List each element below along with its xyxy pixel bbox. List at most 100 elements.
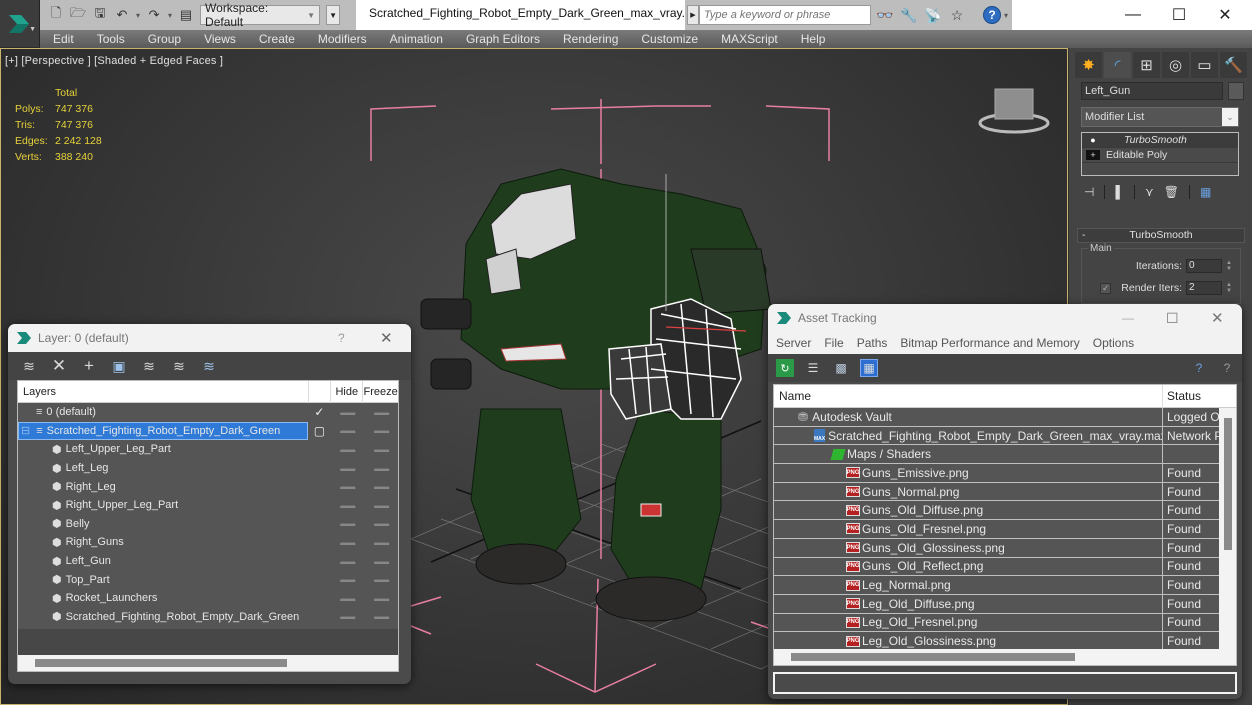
customize-toolbar-button[interactable]: ▼ (326, 5, 341, 25)
menu-edit[interactable]: Edit (53, 32, 74, 46)
render-iters-checkbox[interactable]: ✓ (1100, 282, 1112, 294)
search-expand-button[interactable]: ▶ (687, 5, 699, 25)
spinner-arrows-icon[interactable]: ▲ ▼ (1226, 282, 1234, 294)
layer-settings-icon[interactable]: ≋ (200, 358, 218, 375)
column-name[interactable]: Name (774, 384, 1163, 408)
workspace-dropdown[interactable]: Workspace: Default ▼ (200, 1, 321, 29)
freeze-toggle[interactable]: ▬▬ (364, 464, 398, 473)
hide-toggle[interactable]: ▬▬ (330, 445, 364, 454)
select-objects-icon[interactable]: ▣ (110, 358, 128, 375)
dialog-title-bar[interactable]: Asset Tracking — ☐ ✕ (768, 304, 1242, 332)
scrollbar-thumb[interactable] (1224, 418, 1232, 550)
asset-row[interactable]: PNG Guns_Old_Glossiness.png Found (774, 538, 1219, 558)
object-row[interactable]: ⬢ Left_Gun ▬▬ ▬▬ (18, 552, 398, 571)
thumbnail-view-icon[interactable]: ▩ (832, 359, 850, 377)
hide-toggle[interactable]: ▬▬ (330, 538, 364, 547)
rollout-header[interactable]: - TurboSmooth (1077, 228, 1245, 243)
make-unique-icon[interactable]: ⋎ (1145, 185, 1154, 199)
menu-options[interactable]: Options (1093, 336, 1134, 350)
menu-bitmap-performance[interactable]: Bitmap Performance and Memory (900, 336, 1079, 350)
menu-create[interactable]: Create (259, 32, 295, 46)
list-view-icon[interactable]: ☰ (804, 359, 822, 377)
help-disabled-icon[interactable]: ? (1218, 359, 1236, 377)
motion-tab-icon[interactable]: ◎ (1162, 52, 1189, 78)
horizontal-scrollbar[interactable] (774, 649, 1236, 665)
help-dropdown-icon[interactable]: ▾ (1004, 11, 1008, 20)
binoculars-icon[interactable]: 👓 (875, 5, 895, 25)
asset-row[interactable]: PNG Guns_Old_Fresnel.png Found (774, 520, 1219, 539)
asset-row[interactable]: PNG Guns_Emissive.png Found (774, 464, 1219, 483)
lightbulb-icon[interactable]: ● (1086, 135, 1100, 145)
menu-file[interactable]: File (824, 336, 843, 350)
modifier-list-dropdown[interactable]: Modifier List ⌄ (1081, 107, 1239, 127)
freeze-toggle[interactable]: ▬▬ (364, 482, 398, 491)
object-row[interactable]: ⬢ Rocket_Launchers ▬▬ ▬▬ (18, 589, 398, 608)
create-tab-icon[interactable]: ✸ (1075, 52, 1102, 78)
active-layer-check-icon[interactable]: ✓ (309, 405, 331, 419)
asset-row[interactable]: PNG Guns_Normal.png Found (774, 482, 1219, 502)
star-icon[interactable]: ☆ (947, 5, 967, 25)
freeze-toggle[interactable]: ▬▬ (364, 575, 398, 584)
horizontal-scrollbar[interactable] (18, 655, 398, 671)
redo-dropdown-icon[interactable]: ▾ (168, 11, 172, 20)
object-row[interactable]: ⬢ Right_Upper_Leg_Part ▬▬ ▬▬ (18, 496, 398, 515)
expand-icon[interactable]: + (1086, 150, 1100, 160)
menu-maxscript[interactable]: MAXScript (721, 32, 778, 46)
stack-item-turbosmooth[interactable]: ● TurboSmooth (1082, 133, 1238, 148)
asset-path-field[interactable] (773, 672, 1237, 694)
object-color-swatch[interactable] (1228, 82, 1244, 100)
object-row[interactable]: ⬢ Left_Upper_Leg_Part ▬▬ ▬▬ (18, 440, 398, 459)
freeze-toggle[interactable]: ▬▬ (364, 426, 398, 435)
object-row[interactable]: ⬢ Belly ▬▬ ▬▬ (18, 515, 398, 534)
show-end-result-icon[interactable]: ▌ (1115, 185, 1124, 199)
hide-toggle[interactable]: ▬▬ (330, 612, 364, 621)
freeze-toggle[interactable]: ▬▬ (364, 519, 398, 528)
close-button[interactable]: ✕ (380, 329, 393, 347)
remove-modifier-icon[interactable]: 🗑 (1164, 185, 1179, 199)
object-row[interactable]: ⬢ Right_Leg ▬▬ ▬▬ (18, 477, 398, 496)
utilities-tab-icon[interactable]: 🔨 (1220, 52, 1247, 78)
menu-paths[interactable]: Paths (857, 336, 888, 350)
hide-toggle[interactable]: ▬▬ (330, 575, 364, 584)
asset-row[interactable]: PNG Leg_Normal.png Found (774, 576, 1219, 595)
hide-toggle[interactable]: ▬▬ (330, 519, 364, 528)
column-layers[interactable]: Layers (18, 386, 308, 398)
column-hide[interactable]: Hide (330, 380, 362, 403)
undo-dropdown-icon[interactable]: ▾ (136, 11, 140, 20)
asset-row[interactable]: PNG Guns_Old_Diffuse.png Found (774, 501, 1219, 521)
column-freeze[interactable]: Freeze (362, 380, 398, 403)
asset-row[interactable]: PNG Leg_Old_Fresnel.png Found (774, 613, 1219, 633)
hide-toggle[interactable]: ▬▬ (330, 464, 364, 473)
help-icon[interactable]: ? (1190, 359, 1208, 377)
hierarchy-tab-icon[interactable]: ⊞ (1133, 52, 1160, 78)
pin-stack-icon[interactable]: ⊣ (1084, 185, 1094, 199)
scrollbar-thumb[interactable] (791, 653, 1075, 661)
hide-toggle[interactable]: ▬▬ (330, 594, 364, 603)
new-file-icon[interactable]: 🗋 (48, 5, 64, 23)
minimize-button[interactable]: — (1122, 311, 1134, 325)
close-button[interactable]: ✕ (1202, 0, 1248, 30)
asset-row[interactable]: Maps / Shaders (774, 445, 1219, 465)
wrench-icon[interactable]: 🔧 (899, 5, 919, 25)
menu-help[interactable]: Help (801, 32, 826, 46)
asset-row[interactable]: PNG Leg_Old_Diffuse.png Found (774, 594, 1219, 614)
freeze-toggle[interactable]: ▬▬ (364, 557, 398, 566)
highlight-layer-icon[interactable]: ≋ (170, 358, 188, 375)
app-menu-button[interactable]: ▼ (0, 0, 40, 47)
viewcube-icon[interactable] (976, 87, 1052, 137)
project-folder-icon[interactable]: ▤ (178, 7, 194, 23)
menu-animation[interactable]: Animation (390, 32, 443, 46)
freeze-toggle[interactable]: ▬▬ (364, 445, 398, 454)
minimize-button[interactable]: — (1110, 0, 1156, 30)
asset-row[interactable]: MAX Scratched_Fighting_Robot_Empty_Dark_G… (774, 426, 1219, 446)
display-tab-icon[interactable]: ▭ (1191, 52, 1218, 78)
object-name-field[interactable]: Left_Gun (1081, 82, 1223, 100)
object-row[interactable]: ⬢ Right_Guns ▬▬ ▬▬ (18, 533, 398, 552)
stack-item-editable-poly[interactable]: + Editable Poly (1082, 148, 1238, 163)
freeze-toggle[interactable]: ▬▬ (364, 612, 398, 621)
freeze-toggle[interactable]: ▬▬ (364, 594, 398, 603)
menu-rendering[interactable]: Rendering (563, 32, 618, 46)
maximize-button[interactable]: ☐ (1156, 0, 1202, 30)
layer-row[interactable]: ≡ 0 (default) ✓ ▬▬ ▬▬ (18, 403, 398, 422)
help-icon[interactable]: ? (983, 6, 1001, 24)
